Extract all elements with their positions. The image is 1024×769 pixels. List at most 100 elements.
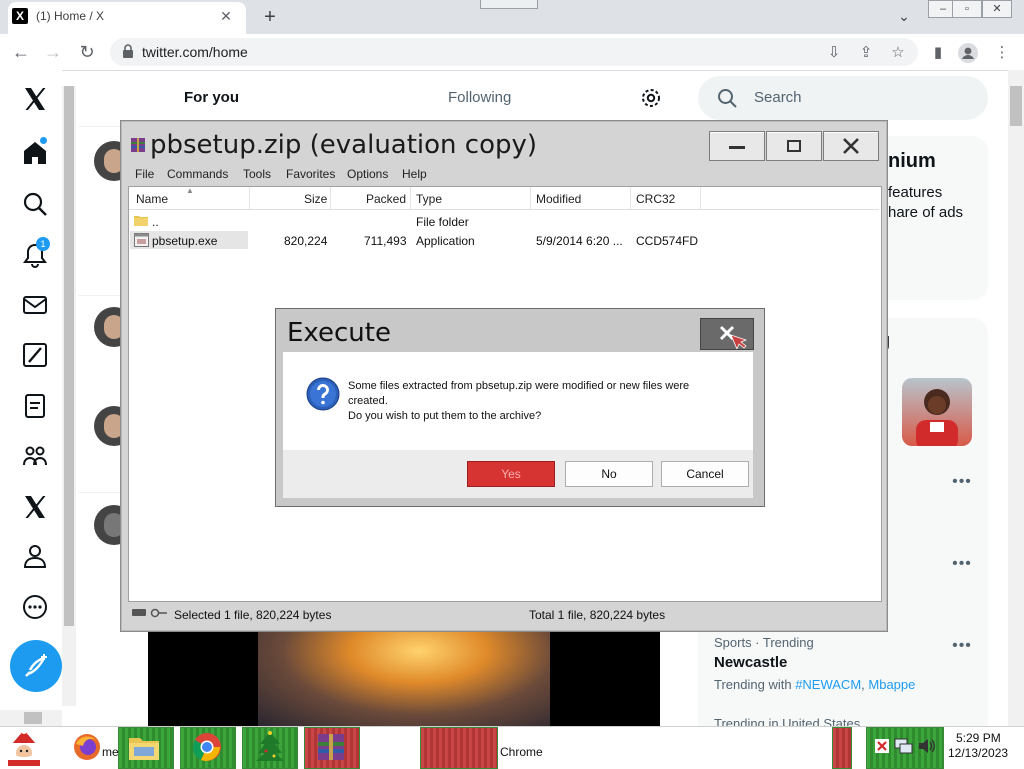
bookmark-star-icon[interactable]: ☆ bbox=[888, 43, 908, 63]
menu-commands[interactable]: Commands bbox=[167, 167, 228, 181]
question-icon bbox=[306, 377, 340, 411]
column-name[interactable]: Name bbox=[136, 192, 168, 206]
trend-category: Sports · Trending bbox=[714, 635, 814, 650]
column-packed[interactable]: Packed bbox=[366, 192, 406, 206]
more-options-icon[interactable]: ••• bbox=[950, 556, 974, 574]
post-media-image[interactable] bbox=[258, 632, 550, 726]
timeline-settings-gear-icon[interactable] bbox=[640, 87, 662, 109]
status-selected: Selected 1 file, 820,224 bytes bbox=[174, 608, 332, 622]
file-row-name[interactable]: .. bbox=[152, 215, 159, 229]
page-scrollbar[interactable] bbox=[1008, 70, 1024, 726]
cancel-button[interactable]: Cancel bbox=[661, 461, 749, 487]
application-file-icon bbox=[134, 233, 149, 247]
winrar-minimize-button[interactable] bbox=[709, 131, 765, 161]
winrar-close-button[interactable] bbox=[823, 131, 879, 161]
tray-flag-icon[interactable] bbox=[874, 738, 890, 754]
notification-count-badge: 1 bbox=[36, 237, 50, 251]
trend-hashtag-link[interactable]: #NEWACM bbox=[795, 677, 861, 692]
drive-key-icon[interactable] bbox=[132, 608, 168, 618]
trend-name[interactable]: Newcastle bbox=[714, 654, 787, 671]
lists-icon[interactable] bbox=[22, 393, 48, 419]
column-separator[interactable] bbox=[249, 187, 250, 209]
new-tab-button[interactable]: + bbox=[258, 6, 282, 28]
reload-icon[interactable]: ↻ bbox=[76, 41, 98, 63]
dialog-close-button[interactable] bbox=[700, 318, 754, 350]
winrar-maximize-button[interactable] bbox=[766, 131, 822, 161]
page-scrollbar-thumb[interactable] bbox=[1010, 86, 1022, 126]
yes-button[interactable]: Yes bbox=[467, 461, 555, 487]
menu-tools[interactable]: Tools bbox=[243, 167, 271, 181]
communities-icon[interactable] bbox=[22, 443, 48, 469]
profile-avatar-icon[interactable] bbox=[958, 43, 978, 63]
file-row-modified: 5/9/2014 6:20 ... bbox=[536, 234, 623, 248]
menu-help[interactable]: Help bbox=[402, 167, 427, 181]
left-nav-scrollbar-thumb[interactable] bbox=[64, 86, 74, 626]
tab-for-you[interactable]: For you bbox=[184, 89, 239, 106]
back-arrow-icon[interactable]: ← bbox=[10, 41, 32, 63]
file-row-name[interactable]: pbsetup.exe bbox=[152, 234, 217, 248]
window-maximize-button[interactable]: ▫ bbox=[952, 0, 982, 18]
search-input[interactable] bbox=[698, 76, 988, 120]
folder-icon bbox=[134, 214, 148, 226]
file-row-packed: 711,493 bbox=[364, 234, 407, 248]
trend-thumbnail-image[interactable] bbox=[902, 378, 972, 446]
search-icon bbox=[717, 88, 737, 108]
premium-x-icon[interactable] bbox=[22, 494, 48, 520]
file-explorer-icon bbox=[128, 733, 160, 761]
lock-icon[interactable] bbox=[122, 44, 134, 58]
no-button[interactable]: No bbox=[565, 461, 653, 487]
menu-options[interactable]: Options bbox=[347, 167, 388, 181]
file-row-crc32: CCD574FD bbox=[636, 234, 699, 248]
dialog-message-line: Some files extracted from pbsetup.zip we… bbox=[348, 380, 690, 392]
start-santa-icon[interactable] bbox=[4, 728, 44, 766]
profile-icon[interactable] bbox=[22, 543, 48, 569]
forward-arrow-icon[interactable]: → bbox=[42, 41, 64, 63]
sort-arrow-icon: ▲ bbox=[186, 186, 194, 195]
tray-volume-icon[interactable] bbox=[918, 738, 936, 754]
file-row-type: Application bbox=[416, 234, 475, 248]
more-options-icon[interactable]: ••• bbox=[950, 638, 974, 656]
window-drag-handle[interactable] bbox=[480, 0, 538, 9]
tray-clock-date[interactable]: 12/13/2023 bbox=[948, 746, 1008, 760]
dialog-message-line: Do you wish to put them to the archive? bbox=[348, 410, 542, 422]
explore-search-icon[interactable] bbox=[22, 191, 48, 217]
tray-network-icon[interactable] bbox=[894, 738, 914, 754]
column-separator[interactable] bbox=[410, 187, 411, 209]
column-size[interactable]: Size bbox=[304, 192, 327, 206]
taskbar-tray-area[interactable] bbox=[832, 727, 852, 769]
side-panel-icon[interactable]: ▮ bbox=[928, 43, 948, 63]
share-icon[interactable]: ⇪ bbox=[856, 43, 876, 63]
column-separator[interactable] bbox=[330, 187, 331, 209]
taskbar-chrome-label[interactable]: Chrome bbox=[500, 745, 543, 759]
column-crc32[interactable]: CRC32 bbox=[636, 192, 675, 206]
winrar-menubar bbox=[128, 163, 878, 185]
menu-file[interactable]: File bbox=[135, 167, 154, 181]
taskbar-window-button[interactable] bbox=[420, 727, 498, 769]
winrar-title: pbsetup.zip (evaluation copy) bbox=[150, 130, 538, 160]
column-separator[interactable] bbox=[630, 187, 631, 209]
tab-close-icon[interactable]: ✕ bbox=[216, 6, 236, 26]
menu-favorites[interactable]: Favorites bbox=[286, 167, 335, 181]
column-separator[interactable] bbox=[530, 187, 531, 209]
tab-following[interactable]: Following bbox=[448, 89, 511, 106]
url-text[interactable]: twitter.com/home bbox=[142, 44, 248, 60]
column-separator[interactable] bbox=[700, 187, 701, 209]
column-type[interactable]: Type bbox=[416, 192, 442, 206]
tab-search-chevron-icon[interactable]: ⌄ bbox=[892, 8, 916, 26]
more-options-icon[interactable]: ••• bbox=[950, 474, 974, 492]
grok-icon[interactable] bbox=[22, 342, 48, 368]
trend-hashtag-link[interactable]: Mbappe bbox=[868, 677, 915, 692]
compose-post-button[interactable] bbox=[10, 640, 62, 692]
browser-menu-icon[interactable]: ⋮ bbox=[992, 43, 1012, 63]
dialog-message-line: created. bbox=[348, 395, 388, 407]
x-logo-icon[interactable] bbox=[22, 86, 48, 112]
install-app-icon[interactable]: ⇩ bbox=[824, 43, 844, 63]
column-modified[interactable]: Modified bbox=[536, 192, 581, 206]
messages-envelope-icon[interactable] bbox=[22, 292, 48, 318]
taskbar-app-label[interactable]: me bbox=[102, 745, 119, 759]
more-options-icon[interactable] bbox=[22, 594, 48, 620]
window-close-button[interactable]: ✕ bbox=[982, 0, 1012, 18]
tray-clock-time[interactable]: 5:29 PM bbox=[956, 731, 1001, 745]
firefox-icon[interactable] bbox=[72, 732, 102, 762]
horizontal-scrollbar-thumb[interactable] bbox=[24, 712, 42, 724]
